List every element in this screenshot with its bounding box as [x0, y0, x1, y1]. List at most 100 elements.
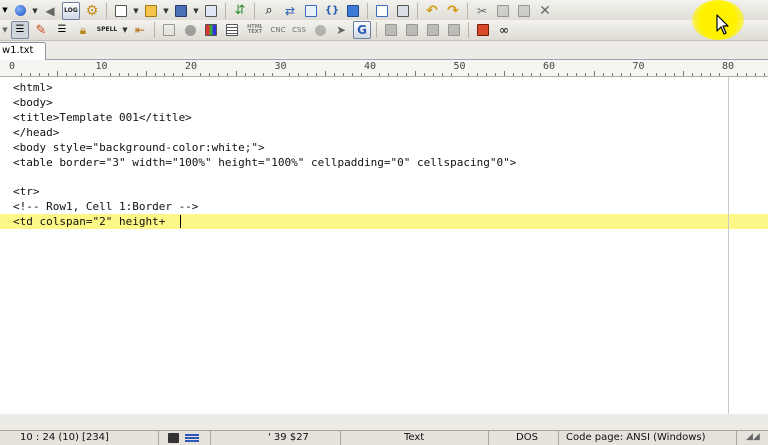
open-folder-icon[interactable]: [142, 2, 160, 20]
ruler-tick: [584, 73, 586, 76]
ruler-tick: [611, 73, 613, 76]
chevron-down-icon[interactable]: ▼: [133, 7, 139, 15]
ruler-tick: [29, 73, 31, 76]
status-divider: [488, 431, 489, 445]
search-icon[interactable]: ⌕: [260, 2, 278, 20]
code-line: <tr>: [13, 185, 40, 199]
ruler-tick: [602, 73, 604, 76]
ruler-tick: [692, 73, 694, 76]
circle-icon[interactable]: [311, 21, 329, 39]
save-icon[interactable]: [172, 2, 190, 20]
spellcheck-brush-icon[interactable]: ✎: [32, 21, 50, 39]
code-line: <title>Template 001</title>: [13, 110, 192, 124]
ruler-tick: [307, 73, 309, 76]
copy-files-icon[interactable]: [202, 2, 220, 20]
right-margin-line: [728, 77, 729, 414]
table-icon[interactable]: [223, 21, 241, 39]
ruler-tick: [20, 73, 22, 76]
log-button[interactable]: LOG: [62, 1, 80, 20]
google-search-button[interactable]: G: [353, 21, 371, 39]
ruler-tick: [74, 73, 76, 76]
ruler-tick: [38, 73, 40, 76]
ruler-tick: [387, 73, 389, 76]
window-icon[interactable]: [445, 21, 463, 39]
ruler-tick: [665, 73, 667, 76]
cursor-position: 10 : 24 (10) [234]: [20, 432, 109, 443]
cut-icon[interactable]: ✂: [473, 2, 491, 20]
edit-document-icon[interactable]: [373, 2, 391, 20]
ruler-tick: [745, 73, 747, 76]
marker-icon[interactable]: ⇤: [131, 21, 149, 39]
format-toolbar: ▼ ☰ ✎ ☰ 🔒︎ SPELL ▼ ⇤ HTML TEXT CNC CSS ➤…: [0, 20, 768, 41]
css-icon[interactable]: CSS: [290, 21, 308, 39]
ruler-tick: [208, 73, 210, 76]
code-line: <body>: [13, 95, 53, 109]
circle-icon[interactable]: [181, 21, 199, 39]
tag-icon[interactable]: [160, 21, 178, 39]
ruler-tick: [486, 73, 488, 76]
column-ruler: 0 10 20 30 40 50 60 70 80: [0, 60, 768, 77]
glasses-icon[interactable]: ∞: [495, 21, 513, 39]
send-icon[interactable]: ➤: [332, 21, 350, 39]
toolbar-separator: [225, 2, 226, 19]
ruler-tick: [701, 73, 703, 76]
delete-icon[interactable]: ✕: [536, 2, 554, 20]
ruler-tick: [316, 73, 318, 76]
paste-icon[interactable]: [515, 2, 533, 20]
text-caret: [179, 215, 181, 229]
replace-icon[interactable]: ⇄: [281, 2, 299, 20]
braces-icon[interactable]: {}: [323, 2, 341, 20]
toolbar-separator: [467, 2, 468, 19]
tab-document[interactable]: w1.txt: [0, 42, 46, 60]
tab-label: w1.txt: [2, 45, 34, 56]
ruler-label: 30: [274, 61, 287, 72]
window-icon[interactable]: [403, 21, 421, 39]
dropdown-icon[interactable]: ▼: [2, 2, 8, 20]
record-macro-icon[interactable]: [474, 21, 492, 39]
code-line: <table border="3" width="100%" height="1…: [13, 155, 517, 169]
ruler-tick: [289, 73, 291, 76]
spell-button[interactable]: SPELL: [95, 21, 119, 39]
window-icon[interactable]: [382, 21, 400, 39]
tree-icon[interactable]: ⇵: [231, 2, 249, 20]
new-file-icon[interactable]: [112, 2, 130, 20]
lock-icon[interactable]: 🔒︎: [74, 21, 92, 39]
list-icon[interactable]: ☰: [53, 21, 71, 39]
ruler-tick: [656, 73, 658, 76]
word-wrap-button[interactable]: ☰: [11, 21, 29, 39]
copy-icon[interactable]: [494, 2, 512, 20]
text-editor[interactable]: <html> <body> <title>Template 001</title> <…: [0, 77, 768, 414]
find-in-files-icon[interactable]: [302, 2, 320, 20]
ruler-tick: [414, 71, 416, 76]
settings-gear-icon[interactable]: ⚙: [83, 2, 101, 20]
ruler-tick: [441, 73, 443, 76]
book-icon[interactable]: [344, 2, 362, 20]
status-divider: [736, 431, 737, 445]
cnc-icon[interactable]: CNC: [269, 21, 287, 39]
window-icon[interactable]: [424, 21, 442, 39]
ruler-tick: [334, 73, 336, 76]
color-grid-icon[interactable]: [202, 21, 220, 39]
ruler-label: 40: [363, 61, 377, 72]
save-state-icon: [168, 433, 179, 443]
browser-icon[interactable]: [11, 2, 29, 20]
chevron-down-icon[interactable]: ▼: [163, 7, 169, 15]
print-icon[interactable]: [394, 2, 412, 20]
chevron-down-icon[interactable]: ▼: [193, 7, 199, 15]
back-icon[interactable]: ◀: [41, 2, 59, 20]
file-mode: Text: [404, 432, 425, 443]
code-line: <!-- Row1, Cell 1:Border -->: [13, 200, 199, 214]
resize-grip-icon[interactable]: ◢◢: [746, 432, 760, 442]
ruler-label: 20: [184, 61, 198, 72]
chevron-down-icon[interactable]: ▼: [122, 26, 128, 34]
main-toolbar: ▼ ▼ ◀ LOG ⚙ ▼ ▼ ▼ ⇵ ⌕ ⇄ {} ↶ ↷ ✂ ✕: [0, 0, 768, 22]
undo-icon[interactable]: ↶: [423, 2, 441, 20]
html-text-icon[interactable]: HTML TEXT: [244, 21, 266, 39]
ruler-tick: [298, 73, 300, 76]
ruler-tick: [137, 73, 139, 76]
ruler-tick: [244, 73, 246, 76]
ruler-tick: [647, 73, 649, 76]
chevron-down-icon[interactable]: ▼: [32, 7, 38, 15]
code-page: Code page: ANSI (Windows): [566, 432, 706, 443]
redo-icon[interactable]: ↷: [444, 2, 462, 20]
